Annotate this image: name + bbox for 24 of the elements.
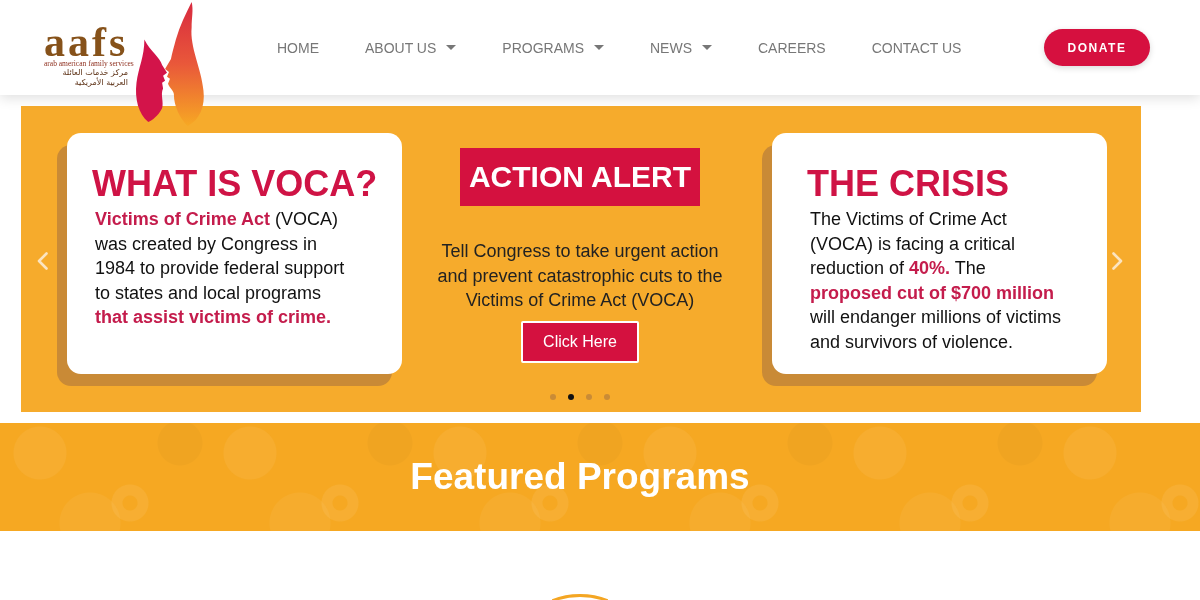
card-text: Victims of Crime Act (VOCA) was created by Congress in 1984 to provide federal support to states and local programs that assist victims of crime. — [95, 208, 346, 329]
slide-dot[interactable] — [568, 393, 574, 400]
nav-link[interactable]: PROGRAMS — [502, 39, 604, 56]
chevron-left-icon[interactable] — [37, 252, 48, 270]
logo-arabic-tagline: مركز خدمات العائلة العربية الأمريكية — [61, 68, 128, 88]
card-text: The Victims of Crime Act (VOCA) is facing a critical reduction of 40%. The proposed cut of $700 million will endanger millions of victims and survivors of violence. — [810, 208, 1063, 354]
nav-link[interactable]: CONTACT US — [871, 39, 962, 56]
cta-button[interactable]: Click Here — [521, 320, 639, 363]
donate-button[interactable]: DONATE — [1044, 29, 1150, 66]
nav-link[interactable]: ABOUT US — [365, 39, 457, 56]
ring-icon — [552, 594, 608, 600]
nav-link[interactable]: CAREERS — [758, 39, 826, 56]
slide-dot[interactable] — [550, 393, 556, 400]
alert-text: Tell Congress to take urgent action and prevent catastrophic cuts to the Victims of Crime Act (VOCA) — [437, 240, 723, 312]
chevron-right-icon[interactable] — [1112, 252, 1123, 270]
slide-dot[interactable] — [604, 393, 610, 400]
card-title: THE CRISIS — [807, 166, 1011, 202]
card-title: WHAT IS VOCA? — [92, 166, 379, 202]
slide-dot[interactable] — [586, 393, 592, 400]
nav-link[interactable]: HOME — [277, 39, 319, 56]
logo-wordmark: aafs — [44, 24, 129, 60]
nav-link[interactable]: NEWS — [650, 39, 712, 56]
section-title: Featured Programs — [410, 455, 750, 499]
alert-heading: ACTION ALERT — [459, 148, 701, 206]
